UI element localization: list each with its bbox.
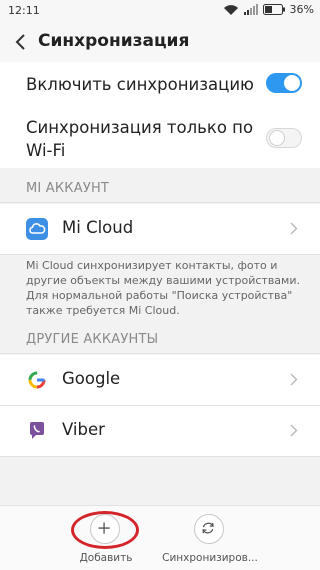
app-bar: Синхронизация — [0, 22, 320, 62]
battery-percent: 36% — [289, 3, 314, 16]
battery-icon — [262, 4, 285, 15]
bottom-bar: Добавить Синхронизиров... — [0, 505, 320, 570]
toggle-knob — [284, 75, 300, 91]
section-header-other-accounts: ДРУГИЕ АККАУНТЫ — [26, 332, 159, 347]
toggle-row-sync[interactable]: Включить синхронизацию — [0, 62, 320, 108]
chevron-right-icon — [290, 373, 298, 386]
sync-now-button[interactable]: Синхронизиров... — [162, 514, 258, 566]
sync-button-label: Синхронизиров... — [162, 552, 258, 564]
annotation-highlight-ellipse — [71, 511, 139, 549]
divider — [0, 456, 320, 457]
mi-cloud-icon — [26, 218, 48, 240]
page-title: Синхронизация — [38, 31, 190, 51]
viber-icon — [30, 422, 44, 439]
toggle-label-wifi-only-line1: Синхронизация только по — [26, 118, 254, 137]
account-label-viber: Viber — [62, 420, 105, 439]
divider — [0, 202, 320, 203]
sync-icon — [202, 522, 214, 534]
toggle-row-wifi-only[interactable]: Синхронизация только по Wi-Fi — [0, 108, 320, 168]
section-header-mi-account: MI АККАУНТ — [26, 181, 110, 196]
description-line: другие объекты между вашими устройствами… — [26, 274, 300, 287]
divider — [0, 353, 320, 354]
mi-cloud-description: Mi Cloud синхронизирует контакты, фото и… — [26, 258, 306, 318]
account-row-viber[interactable]: Viber — [0, 406, 320, 456]
chevron-right-icon — [290, 424, 298, 437]
status-time: 12:11 — [8, 4, 40, 17]
description-line: Для нормальной работы "Поиска устройства… — [26, 289, 293, 302]
description-line: также требуется Mi Cloud. — [26, 304, 180, 317]
status-icons: 36% — [223, 3, 314, 16]
google-icon — [28, 371, 46, 389]
signal-icon — [243, 4, 258, 15]
account-label-google: Google — [62, 369, 121, 388]
sync-button-circle — [194, 514, 224, 544]
sync-toggle[interactable] — [266, 73, 302, 93]
account-row-mi-cloud[interactable]: Mi Cloud — [0, 204, 320, 254]
description-line: Mi Cloud синхронизирует контакты, фото и — [26, 259, 278, 272]
divider — [0, 254, 320, 255]
chevron-right-icon — [290, 222, 298, 235]
status-bar: 12:11 36% — [0, 0, 320, 22]
wifi-only-toggle[interactable] — [266, 128, 302, 148]
wifi-icon — [223, 4, 238, 15]
account-label-mi-cloud: Mi Cloud — [62, 218, 134, 237]
account-row-google[interactable]: Google — [0, 355, 320, 405]
add-button-label: Добавить — [79, 552, 133, 564]
back-arrow-icon[interactable] — [10, 30, 32, 54]
toggle-label-wifi-only-line2: Wi-Fi — [26, 141, 66, 160]
toggle-label-sync: Включить синхронизацию — [26, 75, 254, 94]
toggle-knob — [269, 130, 285, 146]
toggle-group: Включить синхронизацию Синхронизация тол… — [0, 62, 320, 168]
